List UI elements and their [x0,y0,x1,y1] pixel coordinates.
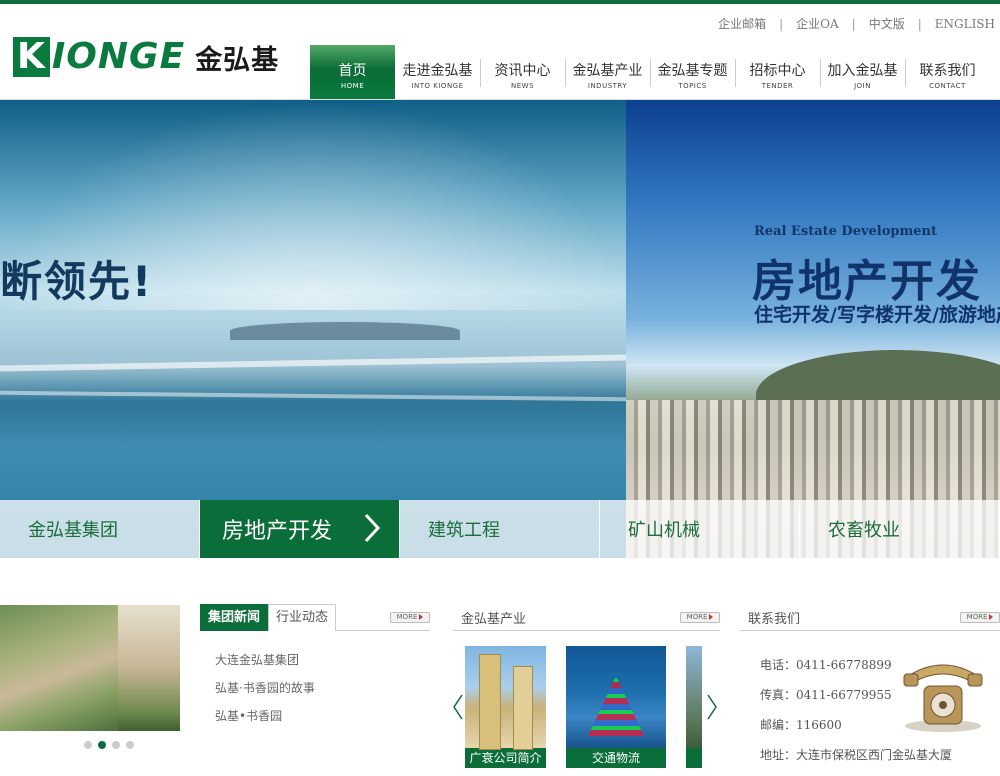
site-logo[interactable]: K IONGE 金弘基 [13,37,279,77]
nav-sublabel: TOPICS [678,82,707,90]
nav-label: 首页 [338,63,367,79]
industry-panel-header: 金弘基产业 MORE [453,604,720,631]
industry-card-label: 交通物流 [566,748,666,768]
hero-slogan: 断领先! [0,257,154,306]
utility-links: 企业邮箱 | 企业OA | 中文版 | ENGLISH [718,15,995,32]
contact-panel-header: 联系我们 MORE [740,604,1000,631]
towers-photo [465,646,546,750]
nav-news[interactable]: 资讯中心 NEWS [480,45,566,99]
news-list: 大连金弘基集团 弘基·书香园的故事 弘基•书香园 [215,652,315,736]
industry-card[interactable]: 交通物流 [566,646,666,768]
slider-dot[interactable] [84,741,92,749]
nav-label: 加入金弘基 [827,63,898,79]
mail-link[interactable]: 企业邮箱 [718,15,766,32]
nav-into-kionge[interactable]: 走进金弘基 INTO KIONGE [395,45,481,99]
tab-group-news[interactable]: 集团新闻 [200,604,268,631]
nav-sublabel: JOIN [854,82,871,90]
building-photo [118,605,180,731]
nav-contact[interactable]: 联系我们 CONTACT [905,45,990,99]
nav-label: 金弘基专题 [657,63,728,79]
hero-city-image: Real Estate Development 房地产开发 住宅开发/写字楼开发… [626,100,1000,558]
nav-sublabel: NEWS [510,82,535,90]
pier-line [0,390,626,402]
tab-construction[interactable]: 建筑工程 [400,500,600,558]
logo-chinese: 金弘基 [195,44,280,76]
tab-group[interactable]: 金弘基集团 [0,500,200,558]
industry-card-label: 广衰公司简介 [465,748,546,768]
project-thumbnail[interactable] [0,605,180,731]
chevron-right-icon [364,513,381,543]
nav-sublabel: TENDER [761,82,794,90]
tab-mining-machinery[interactable]: 矿山机械 [600,500,800,558]
nav-label: 联系我们 [919,63,976,79]
utility-separator: | [917,16,922,31]
nav-label: 走进金弘基 [402,63,473,79]
contact-address: 地址：大连市保税区西门金弘基大厦 [760,748,953,762]
news-item[interactable]: 弘基•书香园 [215,708,315,736]
slider-dot[interactable] [112,741,120,749]
industry-card-label [686,748,702,768]
telephone-icon [903,664,983,732]
hero-banner[interactable]: 断领先! Real Estate Development 房地产开发 住宅开发/… [0,100,1000,558]
nav-sublabel: INDUSTRY [587,82,628,90]
chevron-right-icon[interactable] [706,694,718,720]
logo-k-mark: K [13,37,50,77]
logo-english-text: IONGE [51,36,186,77]
chevron-left-icon[interactable] [452,694,464,720]
tab-agriculture[interactable]: 农畜牧业 [800,500,1000,558]
nav-tender[interactable]: 招标中心 TENDER [735,45,821,99]
news-more-button[interactable]: MORE [390,612,430,623]
english-version-link[interactable]: ENGLISH [935,17,995,31]
nav-home[interactable]: 首页 HOME [310,45,395,99]
industry-more-button[interactable]: MORE [680,612,720,623]
pier-line [0,354,626,372]
hero-subtitle: 住宅开发/写字楼开发/旅游地产 [754,304,1000,326]
resort-photo [0,605,118,731]
nav-join[interactable]: 加入金弘基 JOIN [820,45,906,99]
utility-separator: | [779,16,784,31]
news-panel-header: 集团新闻 行业动态 MORE [200,604,430,631]
slider-dots [84,741,134,749]
hero-english-title: Real Estate Development [754,224,937,239]
nav-sublabel: HOME [340,82,365,90]
hero-sea-image: 断领先! [0,100,626,558]
cargo-ship-photo [566,646,666,748]
industry-card[interactable]: 广衰公司简介 [465,646,546,768]
contact-title: 联系我们 [748,612,801,627]
tab-label: 房地产开发 [222,519,333,544]
nav-topics[interactable]: 金弘基专题 TOPICS [650,45,736,99]
slider-dot-active[interactable] [98,741,106,749]
industry-title: 金弘基产业 [461,612,527,627]
nav-label: 资讯中心 [494,63,551,79]
business-tabs: 金弘基集团 房地产开发 建筑工程 矿山机械 农畜牧业 [0,500,1000,558]
news-item[interactable]: 大连金弘基集团 [215,652,315,680]
tab-industry-news[interactable]: 行业动态 [268,604,336,631]
slider-dot[interactable] [126,741,134,749]
industry-card-partial[interactable] [686,646,702,768]
nav-sublabel: CONTACT [929,82,966,90]
logo-english: K IONGE [13,37,185,77]
nav-sublabel: INTO KIONGE [411,82,464,90]
main-nav: 首页 HOME 走进金弘基 INTO KIONGE 资讯中心 NEWS 金弘基产… [310,45,990,99]
utility-separator: | [851,16,856,31]
top-accent-line [0,0,1000,4]
oa-link[interactable]: 企业OA [796,15,839,32]
contact-more-button[interactable]: MORE [960,612,1000,623]
nav-industry[interactable]: 金弘基产业 INDUSTRY [565,45,651,99]
news-item[interactable]: 弘基·书香园的故事 [215,680,315,708]
landscape-photo [686,646,702,748]
nav-label: 招标中心 [749,63,806,79]
tab-real-estate[interactable]: 房地产开发 [200,500,400,558]
island-shape [230,322,460,340]
nav-label: 金弘基产业 [572,63,643,79]
chinese-version-link[interactable]: 中文版 [869,15,905,32]
